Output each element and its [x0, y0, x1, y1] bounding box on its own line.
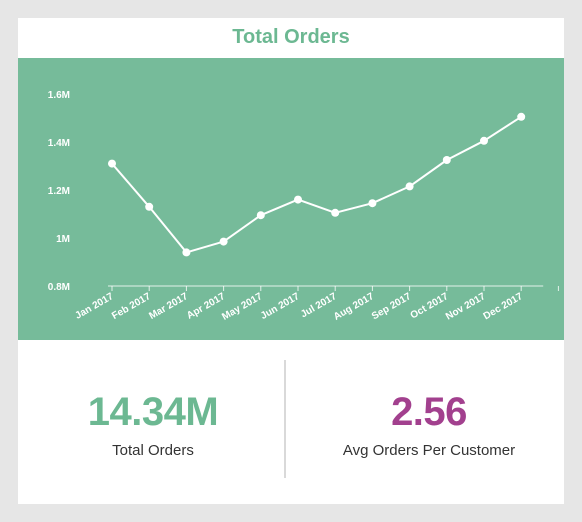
- y-tick-label: 1.2M: [48, 186, 70, 197]
- data-point: [331, 208, 340, 217]
- kpi-total-orders-value: 14.34M: [87, 390, 219, 434]
- data-point: [182, 248, 191, 257]
- data-point: [294, 195, 302, 204]
- kpi-avg-orders-label: Avg Orders Per Customer: [342, 442, 516, 459]
- line-chart: 0.8M 1M 1.2M 1.4M 1.6M Jan 2017 Feb 2017 Mar 2…: [18, 58, 564, 340]
- data-point: [442, 156, 451, 164]
- dashboard-card: Total Orders 0.8M 1M 1.2M 1.4M 1.6M Jan 2017…: [18, 18, 564, 504]
- y-tick-label: 0.8M: [48, 282, 70, 293]
- chart-title: Total Orders: [232, 26, 350, 48]
- data-point: [219, 237, 228, 246]
- data-point: [517, 112, 526, 121]
- kpi-total-orders-label: Total Orders: [112, 442, 194, 459]
- data-point: [256, 211, 265, 220]
- y-tick-label: 1M: [56, 234, 70, 245]
- data-point: [405, 182, 414, 191]
- data-point: [368, 199, 377, 208]
- data-point: [108, 159, 116, 168]
- y-tick-label: 1.4M: [48, 138, 70, 149]
- y-tick-label: 1.6M: [48, 90, 70, 101]
- data-point: [145, 202, 154, 211]
- kpi-avg-orders: 2.56 Avg Orders Per Customer: [294, 390, 564, 459]
- kpi-total-orders: 14.34M Total Orders: [18, 390, 288, 459]
- kpi-avg-orders-value: 2.56: [391, 390, 467, 434]
- data-point: [480, 136, 488, 145]
- chart-svg: 0.8M1M1.2M1.4M1.6M Jan 2017Feb 2017Mar 2…: [18, 58, 564, 340]
